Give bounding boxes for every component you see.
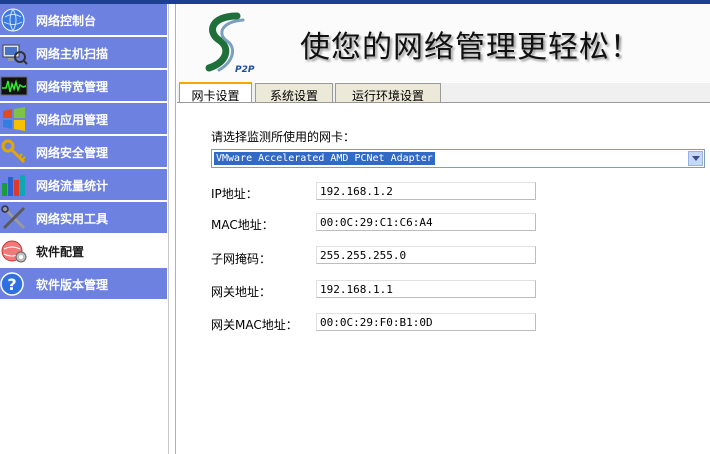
sidebar-item-security[interactable]: 网络安全管理 — [0, 136, 167, 168]
sidebar-item-label: 网络控制台 — [36, 14, 97, 28]
gateway-label: 网关地址： — [211, 285, 272, 299]
tab-runtime-settings[interactable]: 运行环境设置 — [335, 83, 441, 103]
sidebar-item-bandwidth[interactable]: 网络带宽管理 — [0, 70, 167, 102]
settings-globe-icon — [0, 237, 28, 265]
mac-label: MAC地址： — [211, 218, 274, 232]
subnet-mask-field[interactable]: 255.255.255.0 — [316, 246, 536, 264]
bar-chart-icon — [0, 171, 28, 199]
help-icon: ? — [0, 270, 28, 298]
sidebar-item-label: 网络流量统计 — [36, 179, 109, 193]
nic-settings-panel: 请选择监测所使用的网卡： VMware Accelerated AMD PCNe… — [177, 103, 710, 454]
tab-nic-settings[interactable]: 网卡设置 — [179, 82, 252, 103]
svg-text:?: ? — [7, 275, 16, 294]
tab-label: 系统设置 — [269, 89, 318, 103]
bandwidth-monitor-icon — [0, 72, 28, 100]
sidebar-item-version[interactable]: ? 软件版本管理 — [0, 268, 167, 300]
sidebar-item-label: 网络实用工具 — [36, 212, 109, 226]
windows-flag-icon — [0, 105, 28, 133]
adapter-select[interactable]: VMware Accelerated AMD PCNet Adapter — [211, 149, 705, 168]
tools-icon — [0, 204, 28, 232]
gateway-address-field[interactable]: 192.168.1.1 — [316, 280, 536, 298]
tab-strip: 网卡设置 系统设置 运行环境设置 — [177, 82, 710, 103]
dropdown-button[interactable] — [688, 151, 703, 166]
banner-slogan: 使您的网络管理更轻松！ — [300, 30, 641, 65]
sidebar-nav: 网络控制台 网络主机扫描 网络带宽管理 网络应用管理 网络安全管理 网络流量统计 — [0, 4, 168, 454]
svg-text:P2P: P2P — [235, 65, 255, 75]
ip-label: IP地址： — [211, 187, 258, 201]
sidebar-item-label: 网络主机扫描 — [36, 47, 109, 61]
content-border — [175, 4, 176, 454]
app-logo: P2P — [197, 10, 261, 76]
sidebar-item-label: 网络带宽管理 — [36, 80, 109, 94]
sidebar-item-app-management[interactable]: 网络应用管理 — [0, 103, 167, 135]
adapter-prompt: 请选择监测所使用的网卡： — [211, 130, 356, 144]
gateway-mac-field[interactable]: 00:0C:29:F0:B1:0D — [316, 313, 536, 331]
mac-address-field[interactable]: 00:0C:29:C1:C6:A4 — [316, 213, 536, 231]
computer-scan-icon — [0, 39, 28, 67]
gateway-mac-label: 网关MAC地址： — [211, 318, 298, 332]
security-key-icon — [0, 138, 28, 166]
tab-label: 运行环境设置 — [351, 89, 424, 103]
sidebar-item-network-console[interactable]: 网络控制台 — [0, 4, 167, 36]
sidebar-item-label: 网络安全管理 — [36, 146, 109, 160]
banner: P2P 使您的网络管理更轻松！ — [177, 4, 710, 82]
sidebar-item-software-config[interactable]: 软件配置 — [0, 235, 167, 267]
sidebar-item-traffic-stats[interactable]: 网络流量统计 — [0, 169, 167, 201]
subnet-label: 子网掩码： — [211, 252, 272, 266]
globe-icon — [0, 6, 28, 34]
sidebar-item-label: 软件配置 — [36, 245, 85, 259]
tab-system-settings[interactable]: 系统设置 — [255, 83, 333, 103]
sidebar-item-label: 软件版本管理 — [36, 278, 109, 292]
chevron-down-icon — [692, 156, 700, 161]
adapter-selected-value: VMware Accelerated AMD PCNet Adapter — [214, 152, 435, 165]
ip-address-field[interactable]: 192.168.1.2 — [316, 182, 536, 200]
sidebar-item-utilities[interactable]: 网络实用工具 — [0, 202, 167, 234]
sidebar-item-host-scan[interactable]: 网络主机扫描 — [0, 37, 167, 69]
tab-label: 网卡设置 — [191, 89, 240, 103]
sidebar-item-label: 网络应用管理 — [36, 113, 109, 127]
